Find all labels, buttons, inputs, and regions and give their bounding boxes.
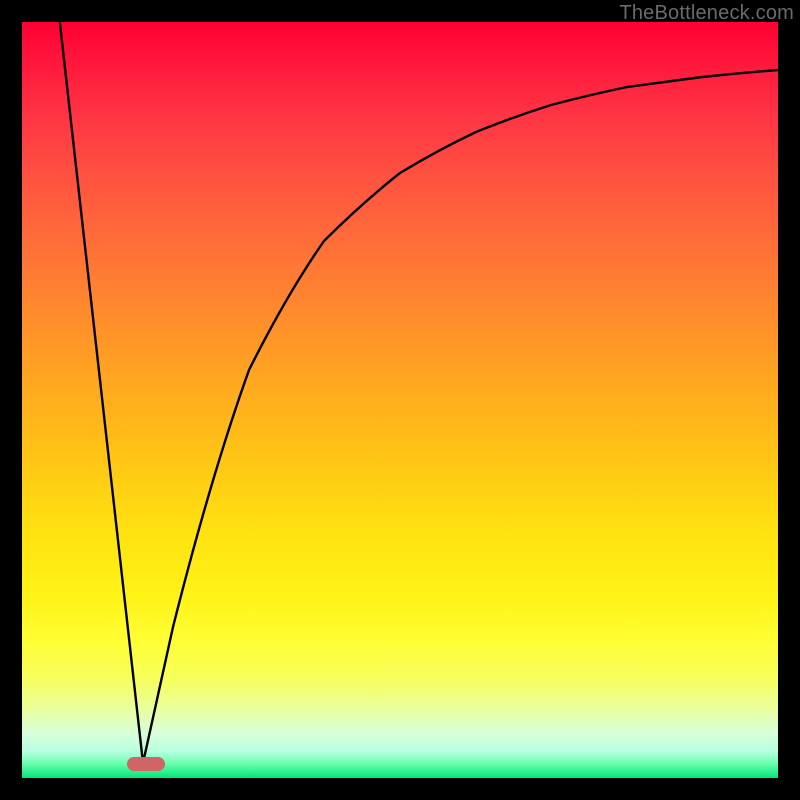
watermark-text: TheBottleneck.com	[619, 2, 794, 25]
curve-right-segment	[143, 70, 778, 763]
curve-overlay	[22, 22, 778, 778]
curve-left-segment	[60, 22, 143, 763]
chart-frame: TheBottleneck.com	[0, 0, 800, 800]
vertex-marker	[127, 757, 165, 771]
plot-area	[22, 22, 778, 778]
